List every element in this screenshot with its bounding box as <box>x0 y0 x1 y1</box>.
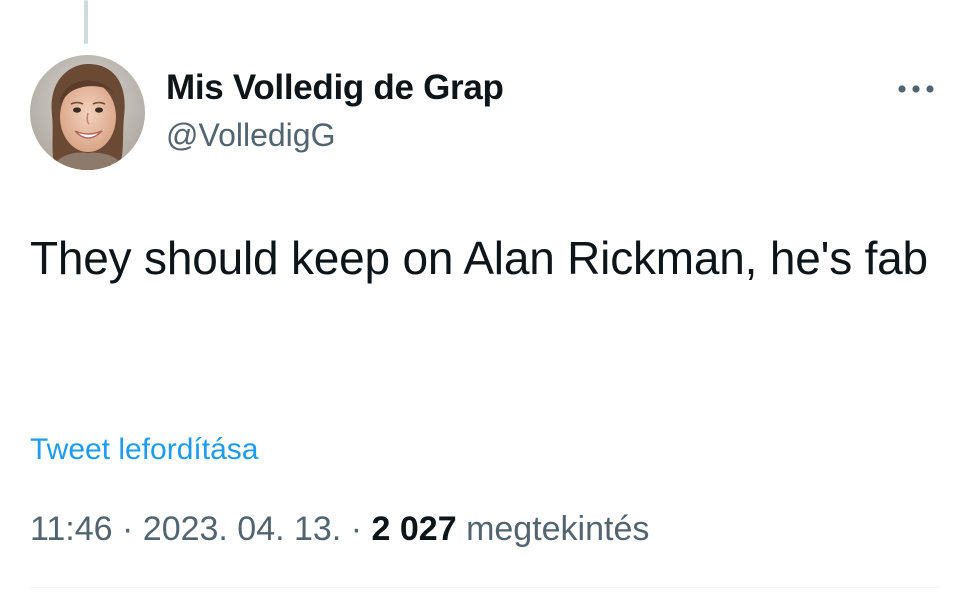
views-label: megtekintés <box>466 510 650 548</box>
user-avatar-icon <box>30 55 145 170</box>
meta-separator: · <box>112 510 143 548</box>
tweet-time[interactable]: 11:46 <box>30 510 113 548</box>
author-display-name[interactable]: Mis Volledig de Grap <box>166 68 504 108</box>
thread-connector-line <box>84 0 88 44</box>
tweet-date[interactable]: 2023. 04. 13. <box>143 510 342 548</box>
views-count: 2 027 <box>371 510 457 548</box>
author-handle[interactable]: @VolledigG <box>166 117 335 154</box>
translate-tweet-link[interactable]: Tweet lefordítása <box>30 433 258 467</box>
avatar[interactable] <box>30 55 145 170</box>
more-options-button[interactable] <box>892 74 940 104</box>
meta-separator: · <box>341 510 372 548</box>
more-horizontal-icon <box>898 85 934 93</box>
tweet-text: They should keep on Alan Rickman, he's f… <box>30 232 928 284</box>
divider <box>30 587 940 588</box>
tweet-metadata: 11:46 · 2023. 04. 13. · 2 027 megtekinté… <box>30 510 649 549</box>
